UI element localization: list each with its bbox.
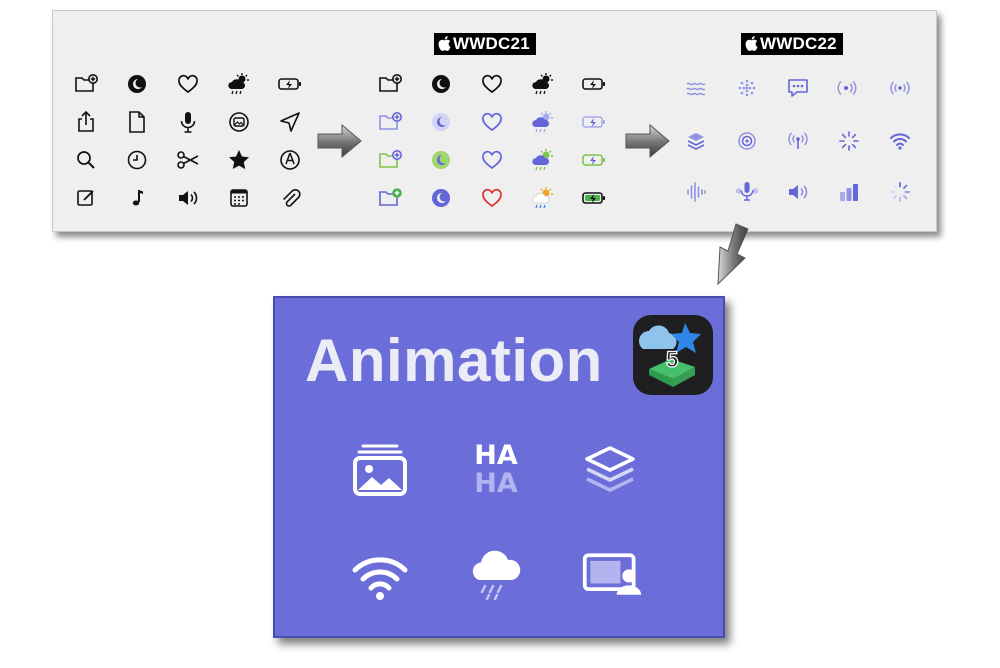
target-icon <box>734 128 760 154</box>
speech-bubble-icon <box>785 75 811 101</box>
heart-icon <box>175 71 201 97</box>
battery-bolt-icon <box>581 71 607 97</box>
rays-icon <box>836 128 862 154</box>
wifi-icon <box>349 546 411 608</box>
right-arrow-icon <box>317 123 363 159</box>
battery-bolt-icon <box>581 185 607 211</box>
heart-icon <box>479 185 505 211</box>
moon-circle-icon <box>428 147 454 173</box>
wwdc21-symbol-grid <box>371 11 611 231</box>
symbols-comparison-panel: WWDC21 WWDC22 <box>52 10 937 232</box>
photo-circle-icon <box>226 109 252 135</box>
cloud-sun-rain-icon <box>530 185 556 211</box>
chart-bars-icon <box>836 179 862 205</box>
scissors-icon <box>175 147 201 173</box>
right-arrow-icon <box>625 123 671 159</box>
heart-icon <box>479 147 505 173</box>
animation-title: Animation <box>305 327 603 394</box>
cloud-sun-rain-icon <box>530 71 556 97</box>
square-stack-3d-icon <box>579 438 641 500</box>
shareplay-person-icon <box>581 544 647 606</box>
haha-text-bottom: HA <box>474 468 518 498</box>
moon-circle-icon <box>124 71 150 97</box>
music-note-icon <box>124 185 150 211</box>
dot-radiowaves-both-icon <box>887 75 913 101</box>
folder-badge-plus-icon <box>377 185 403 211</box>
waveform-icon <box>683 179 709 205</box>
app-badge-5-icon: 5 <box>633 315 713 395</box>
heart-icon <box>479 109 505 135</box>
doc-icon <box>124 109 150 135</box>
heart-icon <box>479 71 505 97</box>
antenna-icon <box>785 128 811 154</box>
square-pencil-icon <box>73 185 99 211</box>
app-badge-number: 5 <box>666 347 678 372</box>
clock-icon <box>124 147 150 173</box>
photo-stack-icon <box>349 438 411 500</box>
water-waves-icon <box>683 75 709 101</box>
haha-text-icon: HA HA <box>465 436 527 498</box>
speaker-wave-icon <box>785 179 811 205</box>
location-arrow-icon <box>277 109 303 135</box>
folder-badge-plus-icon <box>377 147 403 173</box>
pencil-circle-icon <box>277 147 303 173</box>
cloud-rain-icon <box>465 542 527 604</box>
square-stack-3d-icon <box>683 128 709 154</box>
share-icon <box>73 109 99 135</box>
dots-circle-icon <box>734 75 760 101</box>
mic-icon <box>175 109 201 135</box>
folder-badge-plus-icon <box>377 109 403 135</box>
cloud-sun-rain-icon <box>530 109 556 135</box>
moon-circle-icon <box>428 185 454 211</box>
moon-circle-icon <box>428 71 454 97</box>
mic-waves-icon <box>734 179 760 205</box>
cloud-sun-rain-icon <box>226 71 252 97</box>
battery-bolt-icon <box>581 109 607 135</box>
wwdc22-symbol-grid <box>681 11 931 231</box>
battery-bolt-icon <box>277 71 303 97</box>
star-icon <box>226 147 252 173</box>
battery-bolt-icon <box>581 147 607 173</box>
dot-radiowaves-right-icon <box>836 75 862 101</box>
down-arrow-icon <box>708 222 752 288</box>
haha-text-top: HA <box>474 440 518 471</box>
magnifier-icon <box>73 147 99 173</box>
left-symbol-grid <box>53 11 313 231</box>
folder-badge-plus-icon <box>73 71 99 97</box>
folder-badge-plus-icon <box>377 71 403 97</box>
calendar-icon <box>226 185 252 211</box>
wifi-icon <box>887 128 913 154</box>
animation-card: Animation 5 HA HA <box>273 296 725 638</box>
progress-indicator-icon <box>887 179 913 205</box>
cloud-sun-rain-icon <box>530 147 556 173</box>
speaker-wave-icon <box>175 185 201 211</box>
paperclip-icon <box>277 185 303 211</box>
moon-circle-icon <box>428 109 454 135</box>
